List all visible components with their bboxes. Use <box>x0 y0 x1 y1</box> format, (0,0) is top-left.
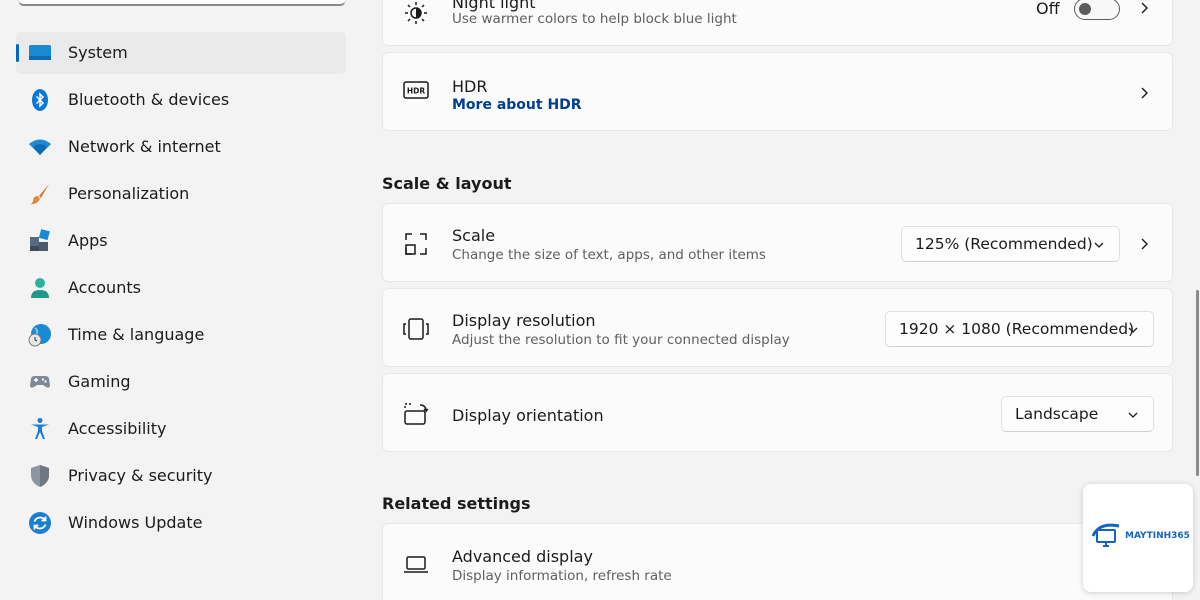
hdr-card[interactable]: HDR HDR More about HDR <box>382 52 1173 131</box>
sidebar-item-label: Windows Update <box>68 513 203 532</box>
sidebar-item-time-language[interactable]: Time & language <box>16 314 346 356</box>
sidebar-item-gaming[interactable]: Gaming <box>16 361 346 403</box>
globe-clock-icon <box>28 324 51 347</box>
update-icon <box>29 512 51 534</box>
sidebar-item-apps[interactable]: Apps <box>16 220 346 262</box>
chevron-down-icon <box>1094 242 1104 248</box>
brush-icon <box>30 184 49 205</box>
svg-text:HDR: HDR <box>407 87 426 96</box>
sidebar-item-label: Accounts <box>68 278 141 297</box>
orientation-title: Display orientation <box>452 406 604 425</box>
chevron-right-icon[interactable] <box>1138 1 1152 15</box>
resolution-card[interactable]: Display resolution Adjust the resolution… <box>382 288 1173 367</box>
sidebar-item-accounts[interactable]: Accounts <box>16 267 346 309</box>
scale-dropdown[interactable]: 125% (Recommended) <box>901 226 1120 262</box>
sidebar-item-personalization[interactable]: Personalization <box>16 173 346 215</box>
night-light-toggle[interactable] <box>1074 0 1120 20</box>
sidebar-item-label: Time & language <box>68 325 205 344</box>
bluetooth-icon <box>32 89 48 111</box>
accessibility-icon <box>31 418 49 439</box>
hdr-title: HDR <box>452 77 488 96</box>
watermark-logo: MAYTINH365 <box>1083 484 1193 592</box>
night-light-card[interactable]: Night light Use warmer colors to help bl… <box>382 0 1173 46</box>
resolution-icon <box>403 318 429 340</box>
toggle-knob <box>1079 3 1091 15</box>
sidebar-item-label: Apps <box>68 231 108 250</box>
orientation-value: Landscape <box>1015 405 1099 423</box>
scale-icon <box>405 233 427 255</box>
sidebar-item-label: Personalization <box>68 184 190 203</box>
resolution-value: 1920 × 1080 (Recommended) <box>899 320 1135 338</box>
orientation-card[interactable]: Display orientation Landscape <box>382 373 1173 452</box>
chevron-right-icon[interactable] <box>1138 237 1152 251</box>
shield-icon <box>31 465 49 487</box>
sidebar-item-label: Bluetooth & devices <box>68 90 230 109</box>
sidebar-item-label: System <box>68 43 128 62</box>
scrollbar[interactable] <box>1196 290 1199 476</box>
night-light-subtitle: Use warmer colors to help block blue lig… <box>452 11 737 27</box>
more-about-hdr-link[interactable]: More about HDR <box>452 97 582 113</box>
brightness-icon <box>405 2 427 24</box>
sidebar-item-label: Privacy & security <box>68 466 213 485</box>
sidebar-item-label: Gaming <box>68 372 131 391</box>
laptop-icon <box>404 556 428 573</box>
chevron-down-icon <box>1128 412 1138 418</box>
sidebar-item-network[interactable]: Network & internet <box>16 126 346 168</box>
scale-value: 125% (Recommended) <box>915 235 1093 253</box>
sidebar-item-privacy[interactable]: Privacy & security <box>16 455 346 497</box>
advanced-display-card[interactable]: Advanced display Display information, re… <box>382 523 1173 600</box>
scale-card[interactable]: Scale Change the size of text, apps, and… <box>382 203 1173 282</box>
wifi-icon <box>29 139 51 155</box>
watermark-text: MAYTINH365 <box>1125 531 1190 541</box>
advanced-display-subtitle: Display information, refresh rate <box>452 568 672 584</box>
chevron-down-icon <box>1128 327 1138 333</box>
apps-icon <box>30 229 50 251</box>
sidebar-nav: System Bluetooth & devices Network & int… <box>0 0 360 600</box>
sidebar-item-label: Accessibility <box>68 419 167 438</box>
scale-subtitle: Change the size of text, apps, and other… <box>452 247 766 263</box>
orientation-dropdown[interactable]: Landscape <box>1001 396 1154 432</box>
night-light-state: Off <box>1036 0 1060 18</box>
sidebar-item-label: Network & internet <box>68 137 221 156</box>
monitor-icon <box>29 45 51 60</box>
related-settings-heading: Related settings <box>382 494 531 513</box>
person-icon <box>31 278 49 298</box>
gamepad-icon <box>30 376 50 388</box>
sidebar-item-system[interactable]: System <box>16 32 346 74</box>
sidebar-item-accessibility[interactable]: Accessibility <box>16 408 346 450</box>
hdr-icon: HDR <box>403 81 429 99</box>
orientation-icon <box>404 403 429 425</box>
search-input[interactable] <box>18 0 346 6</box>
chevron-right-icon[interactable] <box>1138 86 1152 100</box>
scale-title: Scale <box>452 226 496 245</box>
advanced-display-title: Advanced display <box>452 547 593 566</box>
sidebar-item-bluetooth[interactable]: Bluetooth & devices <box>16 79 346 121</box>
resolution-dropdown[interactable]: 1920 × 1080 (Recommended) <box>885 311 1154 347</box>
resolution-title: Display resolution <box>452 311 596 330</box>
resolution-subtitle: Adjust the resolution to fit your connec… <box>452 332 790 348</box>
scale-layout-heading: Scale & layout <box>382 174 512 193</box>
sidebar-item-windows-update[interactable]: Windows Update <box>16 502 346 544</box>
watermark-monitor-icon <box>1091 523 1120 547</box>
